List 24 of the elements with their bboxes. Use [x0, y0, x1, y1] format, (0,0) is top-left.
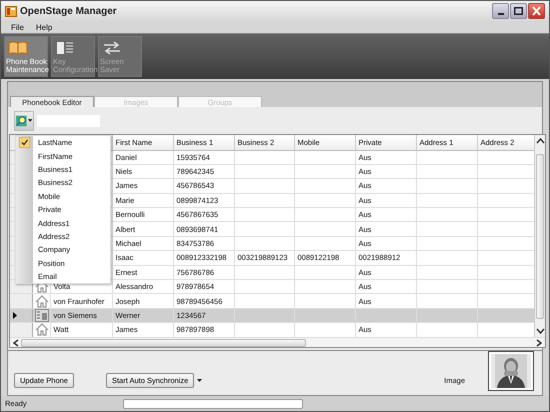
book-icon [8, 40, 28, 56]
horizontal-scrollbar[interactable] [10, 337, 545, 347]
menu-item[interactable]: File [11, 22, 24, 32]
swap-arrows-icon [102, 40, 122, 56]
contact-card-icon [34, 308, 48, 322]
minimize-button[interactable] [492, 3, 509, 19]
scroll-thumb[interactable] [21, 338, 306, 346]
window-title: OpenStage Manager [20, 6, 117, 16]
magnifier-icon [16, 114, 27, 126]
column-chooser-button[interactable] [14, 110, 34, 130]
list-icon [55, 40, 75, 56]
app-icon [5, 6, 17, 16]
house-icon [34, 294, 48, 308]
close-icon [532, 6, 541, 16]
caret-icon [197, 379, 202, 382]
menu-item[interactable]: Help [36, 22, 52, 32]
caret-icon [28, 119, 32, 122]
close-button[interactable] [528, 3, 545, 19]
vertical-scrollbar[interactable] [534, 135, 545, 337]
minimize-icon [498, 13, 504, 15]
maximize-icon [514, 7, 523, 15]
house-icon [34, 323, 48, 336]
scroll-thumb[interactable] [536, 154, 544, 318]
maximize-button[interactable] [510, 3, 527, 19]
